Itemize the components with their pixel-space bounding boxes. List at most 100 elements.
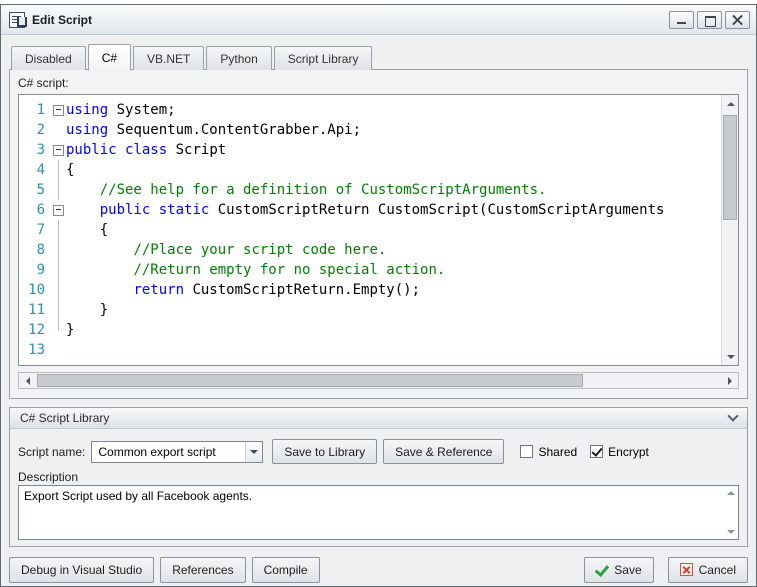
line-number: 6 [19,202,51,218]
scroll-left-icon[interactable] [19,372,36,389]
code-line: 7 { [19,220,721,240]
script-name-value: Common export script [98,445,215,459]
minimize-icon[interactable] [669,11,694,29]
save-and-reference-button[interactable]: Save & Reference [383,439,504,464]
encrypt-checkbox-box[interactable] [590,445,603,458]
shared-checkbox-label: Shared [538,445,577,459]
line-number: 7 [19,222,51,238]
description-scrollbar[interactable] [724,486,738,539]
tab-python[interactable]: Python [206,46,271,70]
tab-disabled[interactable]: Disabled [11,46,86,70]
description-textarea[interactable]: Export Script used by all Facebook agent… [18,485,739,540]
library-panel-header[interactable]: C# Script Library [10,408,747,429]
compile-button[interactable]: Compile [252,557,320,583]
line-number: 10 [19,282,51,298]
save-button-label: Save [614,563,641,577]
code-editor[interactable]: 1using System;2using Sequentum.ContentGr… [18,94,739,366]
debug-in-visual-studio-button[interactable]: Debug in Visual Studio [9,557,154,583]
cancel-button[interactable]: Cancel [668,557,748,583]
code-text: using Sequentum.ContentGrabber.Api; [66,122,361,138]
horizontal-scrollbar[interactable] [18,372,739,389]
code-line: 5 //See help for a definition of CustomS… [19,180,721,200]
line-number: 8 [19,242,51,258]
vertical-scroll-thumb[interactable] [723,115,737,220]
mini-scroll-down-icon[interactable] [727,530,735,538]
code-text: public static CustomScriptReturn CustomS… [66,202,664,218]
code-line: 6 public static CustomScriptReturn Custo… [19,200,721,220]
edit-script-dialog: Edit Script Disabled C# VB.NET Python Sc… [0,4,757,587]
line-number: 3 [19,142,51,158]
shared-checkbox[interactable]: Shared [520,445,577,459]
tab-page: C# script: 1using System;2using Sequentu… [9,69,748,399]
code-text: //Return empty for no special action. [66,262,445,278]
fold-margin [51,160,66,180]
fold-margin [51,300,66,320]
code-line: 9 //Return empty for no special action. [19,260,721,280]
code-text: //See help for a definition of CustomScr… [66,182,546,198]
line-number: 4 [19,162,51,178]
code-lines: 1using System;2using Sequentum.ContentGr… [19,95,721,365]
script-app-icon [9,12,25,28]
footer-right-buttons: Save Cancel [584,557,748,583]
window-controls [669,11,750,29]
code-fold-icon[interactable] [51,140,66,160]
code-text: using System; [66,102,176,118]
line-number: 13 [19,342,51,358]
scroll-down-icon[interactable] [722,348,739,365]
description-text: Export Script used by all Facebook agent… [24,489,720,503]
vertical-scrollbar[interactable] [721,95,738,365]
close-icon[interactable] [725,11,750,29]
fold-margin [51,180,66,200]
code-line: 8 //Place your script code here. [19,240,721,260]
code-line: 10 return CustomScriptReturn.Empty(); [19,280,721,300]
library-controls-row: Script name: Common export script Save t… [18,439,739,464]
footer-bar: Debug in Visual Studio References Compil… [9,556,748,583]
tab-csharp[interactable]: C# [88,44,131,71]
mini-scroll-up-icon[interactable] [727,487,735,495]
scroll-right-icon[interactable] [721,372,738,389]
code-text: { [66,162,74,178]
fold-margin [51,120,66,140]
code-text: return CustomScriptReturn.Empty(); [66,282,420,298]
tab-vbnet[interactable]: VB.NET [133,46,204,70]
library-panel-title: C# Script Library [20,411,109,425]
code-line: 1using System; [19,100,721,120]
fold-margin [51,320,66,340]
line-number: 5 [19,182,51,198]
horizontal-scroll-thumb[interactable] [37,374,583,387]
fold-margin [51,240,66,260]
code-line: 4{ [19,160,721,180]
encrypt-checkbox[interactable]: Encrypt [590,445,649,459]
scroll-up-icon[interactable] [722,95,739,112]
tab-script-library[interactable]: Script Library [274,46,373,70]
code-line: 11 } [19,300,721,320]
script-name-select[interactable]: Common export script [91,441,263,463]
fold-margin [51,260,66,280]
script-name-label: Script name: [18,445,85,459]
save-to-library-button[interactable]: Save to Library [272,439,377,464]
save-check-icon [596,564,608,576]
maximize-icon[interactable] [697,11,722,29]
fold-margin [51,220,66,240]
encrypt-checkbox-label: Encrypt [608,445,649,459]
footer-left-buttons: Debug in Visual Studio References Compil… [9,557,320,583]
line-number: 11 [19,302,51,318]
window-title: Edit Script [32,13,92,27]
fold-margin [51,340,66,360]
code-line: 2using Sequentum.ContentGrabber.Api; [19,120,721,140]
title-bar[interactable]: Edit Script [1,5,756,35]
editor-label: C# script: [18,76,69,90]
code-text: public class Script [66,142,226,158]
code-line: 12} [19,320,721,340]
tab-strip: Disabled C# VB.NET Python Script Library [11,43,374,70]
combo-dropdown-icon[interactable] [245,442,262,462]
code-fold-icon[interactable] [51,100,66,120]
code-fold-icon[interactable] [51,200,66,220]
chevron-down-icon[interactable] [727,410,738,421]
code-line: 3 public class Script [19,140,721,160]
references-button[interactable]: References [160,557,245,583]
description-label: Description [18,470,78,484]
shared-checkbox-box[interactable] [520,445,533,458]
save-button[interactable]: Save [584,557,653,583]
cancel-x-icon [680,563,693,576]
